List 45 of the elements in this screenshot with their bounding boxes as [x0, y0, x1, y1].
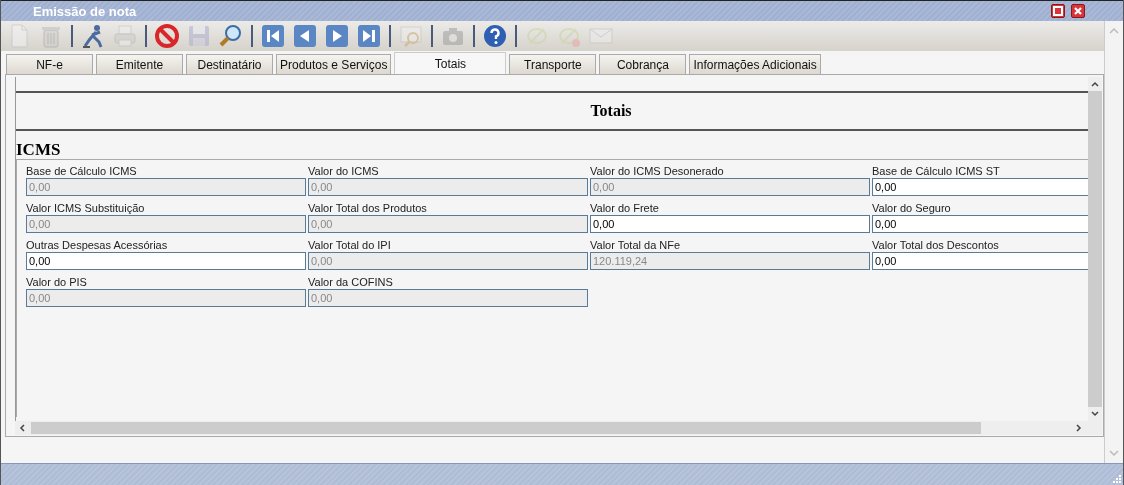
input-field[interactable]: 0,00: [26, 252, 306, 270]
field-label: Valor do ICMS: [308, 164, 380, 178]
field-label: Valor ICMS Substituição: [26, 201, 146, 215]
tab[interactable]: Produtos e Serviços: [276, 54, 392, 74]
cancel-icon[interactable]: [153, 22, 181, 50]
scroll-up-icon[interactable]: [1091, 81, 1099, 87]
field-label: Valor da COFINS: [308, 275, 394, 289]
input-field[interactable]: 0,00: [872, 215, 1088, 233]
tab[interactable]: Destinatário: [186, 54, 273, 74]
field-label: Outras Despesas Acessórias: [26, 238, 169, 252]
scroll-right-icon[interactable]: [1076, 424, 1082, 432]
scroll-down-icon[interactable]: [1091, 411, 1099, 417]
input-field[interactable]: 0,00: [872, 252, 1088, 270]
tab[interactable]: Informações Adicionais: [689, 54, 821, 74]
input-field[interactable]: 0,00: [590, 215, 870, 233]
tab[interactable]: NF-e: [6, 54, 93, 74]
horizontal-scrollbar[interactable]: [15, 421, 1102, 435]
field-label: Valor Total dos Descontos: [872, 238, 1000, 252]
last-icon[interactable]: [355, 22, 383, 50]
field-label: Valor do Seguro: [872, 201, 952, 215]
window-title: Emissão de nota: [33, 3, 137, 19]
help-icon[interactable]: [481, 22, 509, 50]
field-label: Base de Cálculo ICMS ST: [872, 164, 1001, 178]
first-icon[interactable]: [259, 22, 287, 50]
maximize-button[interactable]: [1051, 4, 1065, 18]
field-label: Valor Total da NFe: [590, 238, 682, 252]
field-label: Valor do Frete: [590, 201, 660, 215]
page-heading: Totais: [589, 101, 633, 121]
tab[interactable]: Cobrança: [599, 54, 687, 74]
resize-grip-icon[interactable]: [1111, 473, 1121, 483]
next-icon[interactable]: [323, 22, 351, 50]
close-button[interactable]: [1071, 4, 1085, 18]
input-field[interactable]: 0,00: [872, 178, 1088, 196]
section-heading: ICMS: [16, 141, 62, 159]
tab[interactable]: Emitente: [96, 54, 183, 74]
field-label: Valor do ICMS Desonerado: [590, 164, 725, 178]
field-label: Valor Total do IPI: [308, 238, 392, 252]
field-label: Valor Total dos Produtos: [308, 201, 428, 215]
field-label: Valor do PIS: [26, 275, 88, 289]
previous-icon[interactable]: [291, 22, 319, 50]
field-label: Base de Cálculo ICMS: [26, 164, 138, 178]
tab[interactable]: Transporte: [509, 54, 597, 74]
scroll-left-icon[interactable]: [19, 424, 25, 432]
vertical-scrollbar[interactable]: [1088, 77, 1102, 421]
tab[interactable]: Totais: [394, 52, 507, 74]
